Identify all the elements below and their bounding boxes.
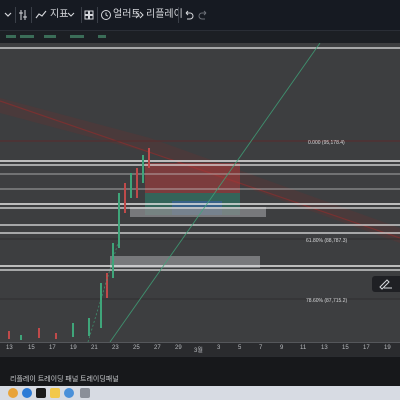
fib-label: 78.60% (87,715.2) bbox=[306, 298, 347, 304]
date-tick: 9 bbox=[280, 345, 284, 351]
date-tick: 3 bbox=[217, 345, 221, 351]
ohlc-legend-strip bbox=[0, 31, 400, 43]
app-icon[interactable] bbox=[80, 388, 90, 398]
drawing-toolbar-toggle[interactable] bbox=[372, 276, 400, 292]
chart-toolbar: 지표 얼러트 리플레이 bbox=[0, 0, 400, 31]
app-icon[interactable] bbox=[64, 388, 74, 398]
bottom-panel-tabs: 리플레이 트레이딩 패널 트레이딩패널 bbox=[0, 356, 400, 387]
collapse-chevron-icon[interactable] bbox=[3, 8, 13, 22]
layout-grid-icon[interactable] bbox=[84, 8, 94, 22]
position-tool-loss-zone[interactable] bbox=[145, 163, 240, 193]
date-tick: 29 bbox=[175, 345, 182, 351]
date-tick: 15 bbox=[342, 345, 349, 351]
os-taskbar bbox=[0, 386, 400, 400]
date-tick: 3월 bbox=[194, 348, 203, 354]
date-tick: 23 bbox=[112, 345, 119, 351]
alert-clock-icon[interactable] bbox=[100, 8, 112, 22]
fib-label: 61.80% (88,787.3) bbox=[306, 238, 347, 244]
tradingview-app-icon[interactable] bbox=[36, 388, 46, 398]
undo-icon[interactable] bbox=[182, 8, 194, 22]
date-tick: 17 bbox=[363, 345, 370, 351]
browser-app-icon[interactable] bbox=[22, 388, 32, 398]
date-tick: 13 bbox=[6, 345, 13, 351]
indicators-icon[interactable] bbox=[35, 8, 47, 22]
date-tick: 25 bbox=[133, 345, 140, 351]
date-tick: 7 bbox=[259, 345, 263, 351]
fib-label: 0.000 (95,178.4) bbox=[308, 140, 345, 146]
tab-replay-trading-panel[interactable]: 리플레이 트레이딩 패널 bbox=[10, 374, 78, 384]
compare-symbol-icon[interactable] bbox=[18, 8, 28, 22]
date-tick: 27 bbox=[154, 345, 161, 351]
chart-canvas[interactable]: 0.000 (95,178.4) 61.80% (88,787.3) 78.60… bbox=[0, 43, 400, 342]
price-chart[interactable]: 0.000 (95,178.4) 61.80% (88,787.3) 78.60… bbox=[0, 43, 400, 342]
date-tick: 17 bbox=[49, 345, 56, 351]
tab-trading-panel[interactable]: 트레이딩패널 bbox=[80, 374, 119, 384]
date-tick: 19 bbox=[70, 345, 77, 351]
date-tick: 19 bbox=[384, 345, 391, 351]
date-tick: 11 bbox=[300, 345, 307, 351]
pen-icon bbox=[379, 279, 392, 290]
date-tick: 13 bbox=[321, 345, 328, 351]
redo-icon[interactable] bbox=[198, 8, 210, 22]
time-axis[interactable]: 13 15 17 19 21 23 25 27 29 3월 3 5 7 9 11… bbox=[0, 342, 400, 357]
replay-icon[interactable] bbox=[134, 8, 146, 22]
candlestick-series bbox=[8, 148, 150, 340]
date-tick: 5 bbox=[238, 345, 242, 351]
indicators-dropdown-icon[interactable] bbox=[66, 8, 76, 22]
date-tick: 21 bbox=[91, 345, 98, 351]
app-icon[interactable] bbox=[50, 388, 60, 398]
date-tick: 15 bbox=[28, 345, 35, 351]
browser-app-icon[interactable] bbox=[8, 388, 18, 398]
